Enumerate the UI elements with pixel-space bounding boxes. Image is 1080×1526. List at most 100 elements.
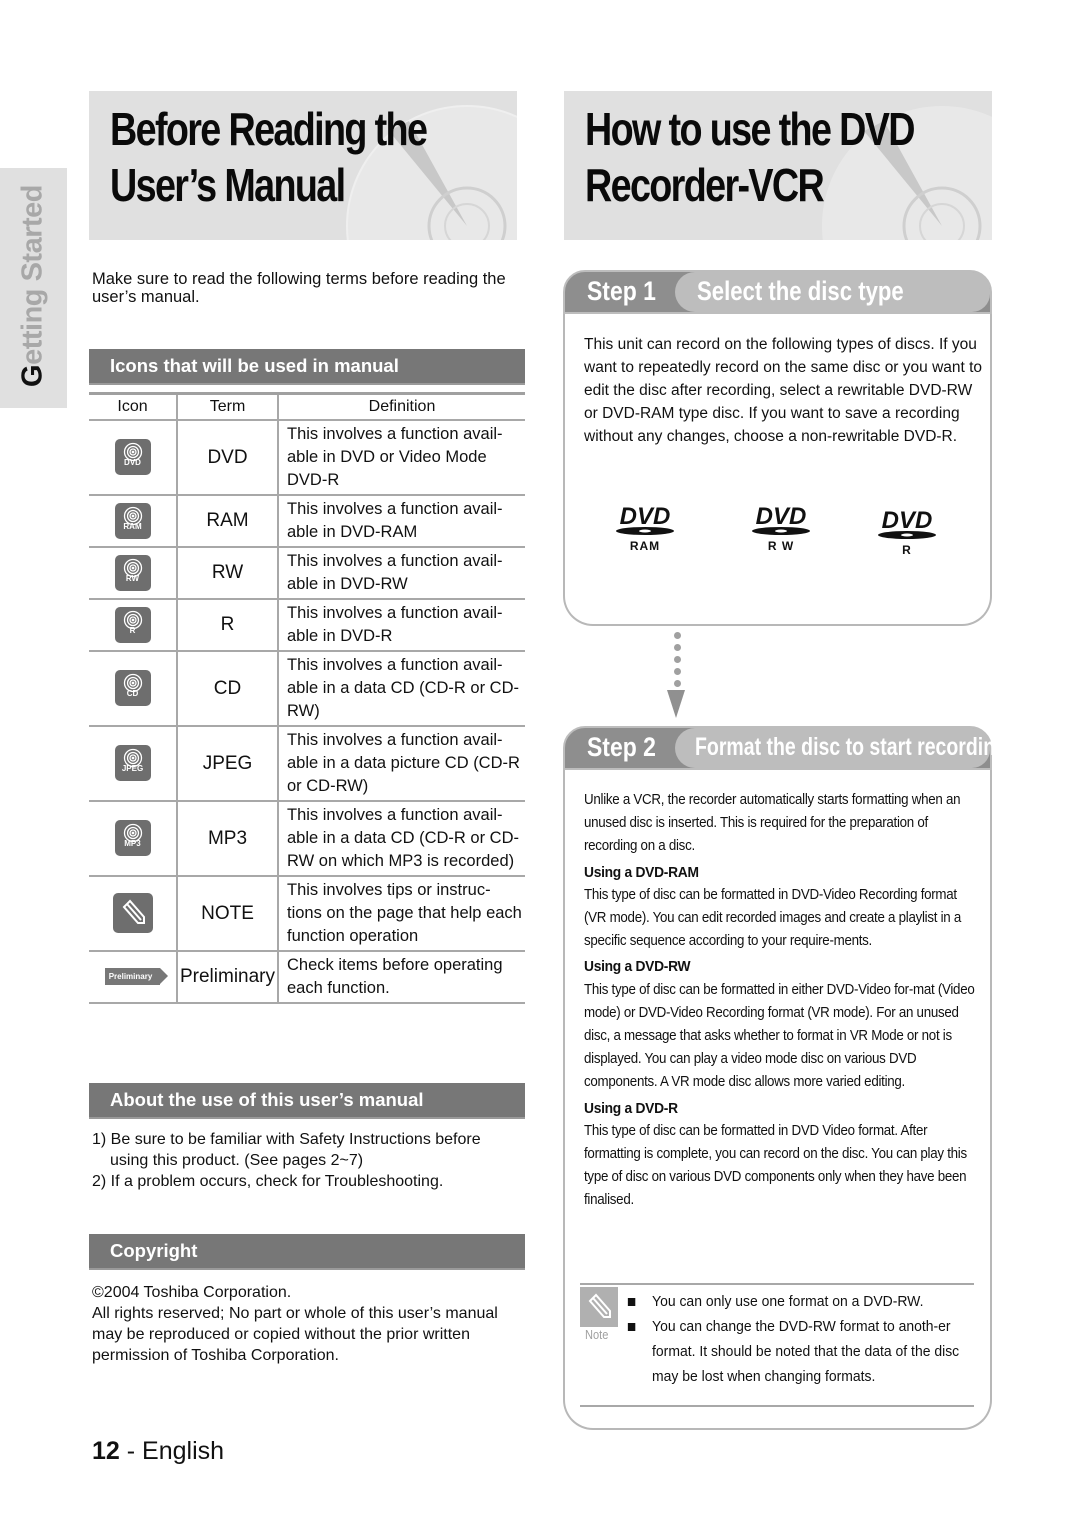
subsection-text-dvd-rw: This type of disc can be formatted in ei… [584, 981, 975, 1091]
definition-cell: This involves tips or instruc-tions on t… [278, 874, 525, 951]
subsection-text-dvd-r: This type of disc can be formatted in DV… [584, 1122, 967, 1209]
copyright-body: All rights reserved; No part or whole of… [92, 1305, 498, 1364]
definition-cell: This involves a function avail-able in a… [278, 799, 525, 876]
definition-cell: This involves a function avail-able in D… [278, 545, 525, 599]
icon-label: JPEG [121, 764, 144, 773]
jpeg-disc-icon: JPEG [114, 745, 151, 781]
table-header-row: Icon Term Definition [89, 393, 525, 420]
term-cell: NOTE [176, 874, 279, 951]
title-line-2: User’s Manual [110, 159, 346, 211]
definition-cell: This involves a function avail-able in D… [278, 597, 525, 651]
dvd-ram-logo: DVD RAM [614, 502, 676, 553]
section-heading-text: About the use of this user’s manual [110, 1089, 424, 1110]
intro-text: Make sure to read the following terms be… [92, 270, 506, 306]
section-side-tab: Getting Started [0, 168, 67, 408]
title-line-1: Before Reading the [110, 103, 428, 155]
subsection-heading-dvd-rw: Using a DVD-RW [584, 958, 691, 976]
icon-label: RW [125, 573, 140, 583]
list-item: 2) If a problem occurs, check for Troubl… [92, 1173, 444, 1190]
section-heading-text: Copyright [110, 1240, 198, 1261]
subsection-text-dvd-ram: This type of disc can be formatted in DV… [584, 886, 962, 950]
mp3-disc-icon: MP3 [114, 820, 151, 856]
term-cell: MP3 [176, 799, 279, 876]
icon-label: MP3 [124, 839, 141, 848]
definition-cell: This involves a function avail-able in a… [278, 724, 525, 801]
table-row: CD CD This involves a function avail-able … [89, 649, 525, 726]
dvd-disc-icon: DVD [114, 439, 151, 475]
section-side-label: Getting Started [17, 185, 50, 387]
side-label-rest: etting Started [16, 185, 49, 365]
term-cell: CD [176, 649, 279, 726]
term-cell: JPEG [176, 724, 279, 801]
dvd-logo-icon: DVD [752, 503, 810, 535]
step-title-pill: Select the disc type [675, 272, 990, 312]
dvd-logo-icon: DVD [616, 503, 674, 535]
note-item: You can change the DVD-RW format to anot… [626, 1314, 979, 1389]
copyright-section-heading: Copyright [89, 1234, 525, 1270]
term-cell: DVD [176, 418, 279, 495]
step-number: Step 2 [587, 732, 656, 762]
icon-label: RAM [123, 521, 142, 531]
step1-header: Step 1 Select the disc type [563, 270, 992, 314]
step-number: Step 1 [587, 276, 656, 306]
page-title-left: Before Reading the User’s Manual [110, 101, 428, 213]
subsection-heading-dvd-ram: Using a DVD-RAM [584, 863, 699, 881]
table-row: NOTE This involves tips or instruc-tions … [89, 874, 525, 951]
svg-text:DVD: DVD [620, 503, 671, 530]
r-disc-icon: R [114, 606, 151, 643]
icon-cell: Preliminary [89, 949, 177, 1004]
pencil-note-icon [580, 1287, 618, 1327]
disc-format-label: RAM [629, 539, 661, 553]
ram-disc-icon: RAM [114, 502, 151, 539]
definition-cell: Check items before operating each functi… [278, 949, 525, 1004]
page-language: - English [119, 1437, 225, 1465]
step2-content: Unlike a VCR, the recorder automatically… [584, 789, 980, 1213]
icons-section-heading: Icons that will be used in manual [89, 349, 525, 385]
copyright-line: ©2004 Toshiba Corporation. [92, 1284, 292, 1301]
disc-format-label: R W [767, 539, 795, 553]
note-label: Note [585, 1327, 609, 1342]
preliminary-arrow-icon: Preliminary [104, 968, 168, 986]
arrow-down-icon [667, 690, 685, 718]
column-header-definition: Definition [368, 397, 436, 415]
icons-table: Icon Term Definition DVD DVD This involves… [89, 392, 525, 1004]
cd-disc-icon: CD [114, 670, 151, 706]
svg-text:DVD: DVD [882, 507, 933, 534]
note-block: Note You can only use one format on a DV… [580, 1283, 974, 1407]
copyright-text: ©2004 Toshiba Corporation. All rights re… [92, 1282, 522, 1366]
section-heading-text: Icons that will be used in manual [110, 355, 399, 376]
step-title: Select the disc type [697, 276, 904, 306]
step-title-pill: Format the disc to start recording [675, 728, 1007, 768]
definition-cell: This involves a function avail-able in a… [278, 649, 525, 726]
disc-format-label: R [902, 543, 912, 557]
icon-cell: JPEG [89, 724, 177, 801]
table-row: Preliminary Preliminary Check items before… [89, 949, 525, 1004]
about-list: 1) Be sure to be familiar with Safety In… [92, 1129, 522, 1192]
note-item: You can only use one format on a DVD-RW. [626, 1289, 979, 1314]
dvd-logo-icon: DVD [878, 507, 936, 539]
icon-cell: RAM [89, 493, 177, 547]
page-number-value: 12 [92, 1437, 120, 1465]
term-cell: R [176, 597, 279, 651]
icon-cell: DVD [89, 418, 177, 495]
icon-label: R [129, 625, 136, 635]
column-header-icon: Icon [117, 397, 148, 415]
term-cell: RW [176, 545, 279, 599]
icon-label: Preliminary [108, 972, 153, 982]
table-row: RW RW This involves a function avail-able … [89, 545, 525, 599]
icon-label: DVD [124, 458, 141, 467]
definition-cell: This involves a function avail-able in D… [278, 493, 525, 547]
dvd-rw-logo: DVD R W [750, 502, 812, 553]
table-row: R R This involves a function avail-able in… [89, 597, 525, 651]
icon-cell: R [89, 597, 177, 651]
table-row: JPEG JPEG This involves a function avail-a… [89, 724, 525, 801]
about-section-heading: About the use of this user’s manual [89, 1083, 525, 1119]
note-list: You can only use one format on a DVD-RW.… [626, 1289, 976, 1389]
table-row: MP3 MP3 This involves a function avail-abl… [89, 799, 525, 876]
svg-text:DVD: DVD [756, 503, 807, 530]
table-row: DVD DVD This involves a function avail-abl… [89, 418, 525, 495]
icon-label: CD [126, 689, 139, 698]
list-item: 1) Be sure to be familiar with Safety In… [92, 1131, 481, 1169]
step2-intro: Unlike a VCR, the recorder automatically… [584, 792, 961, 855]
step2-header: Step 2 Format the disc to start recordin… [563, 726, 1007, 770]
